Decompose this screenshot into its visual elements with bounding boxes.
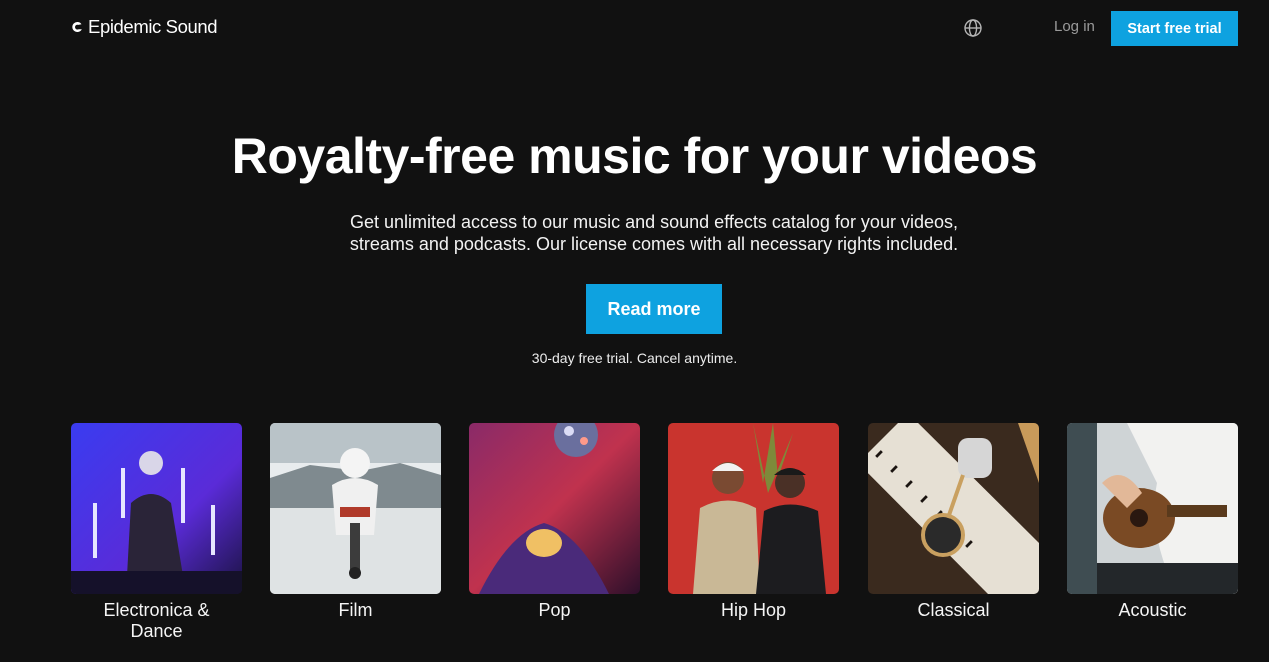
genre-label: Hip Hop (720, 600, 787, 620)
trial-note: 30-day free trial. Cancel anytime. (531, 350, 738, 366)
genre-image-electronica-dance (71, 423, 242, 594)
genre-card-classical[interactable]: Classical (868, 423, 1039, 621)
top-navigation: Epidemic Sound Log in Start free trial (0, 0, 1269, 56)
genre-image-film (270, 423, 441, 594)
genre-image-acoustic (1067, 423, 1238, 594)
genre-card-electronica-dance[interactable]: Electronica & Dance (71, 423, 242, 642)
hero-subtitle-line-1: Get unlimited access to our music and so… (350, 212, 958, 232)
genre-card-hip-hop[interactable]: Hip Hop (668, 423, 839, 621)
genre-image-classical (868, 423, 1039, 594)
epidemic-logo-icon (72, 21, 82, 32)
genre-image-pop (469, 423, 640, 594)
genre-card-acoustic[interactable]: Acoustic (1067, 423, 1238, 621)
hero-subtitle-line-2: streams and podcasts. Our license comes … (349, 234, 959, 254)
genre-label: Pop (538, 600, 571, 620)
start-free-trial-button[interactable]: Start free trial (1111, 11, 1238, 46)
genre-label: Acoustic (1118, 600, 1187, 620)
genre-card-film[interactable]: Film (270, 423, 441, 621)
genre-image-hip-hop (668, 423, 839, 594)
login-link[interactable]: Log in (1054, 18, 1095, 35)
page-title: Royalty-free music for your videos (231, 128, 1038, 184)
genre-card-pop[interactable]: Pop (469, 423, 640, 621)
brand-logo[interactable]: Epidemic Sound (71, 16, 218, 38)
hero-subtitle: Get unlimited access to our music and so… (300, 211, 1008, 255)
brand-name: Epidemic Sound (88, 16, 218, 37)
genre-label: Film (338, 600, 373, 620)
genre-label: Classical (917, 600, 990, 620)
globe-icon[interactable] (963, 18, 983, 38)
genre-label-line-2: Dance (130, 621, 183, 641)
genre-label: Electronica & Dance (71, 600, 242, 642)
read-more-button[interactable]: Read more (586, 284, 722, 334)
genre-label-line-1: Electronica & (103, 600, 210, 620)
